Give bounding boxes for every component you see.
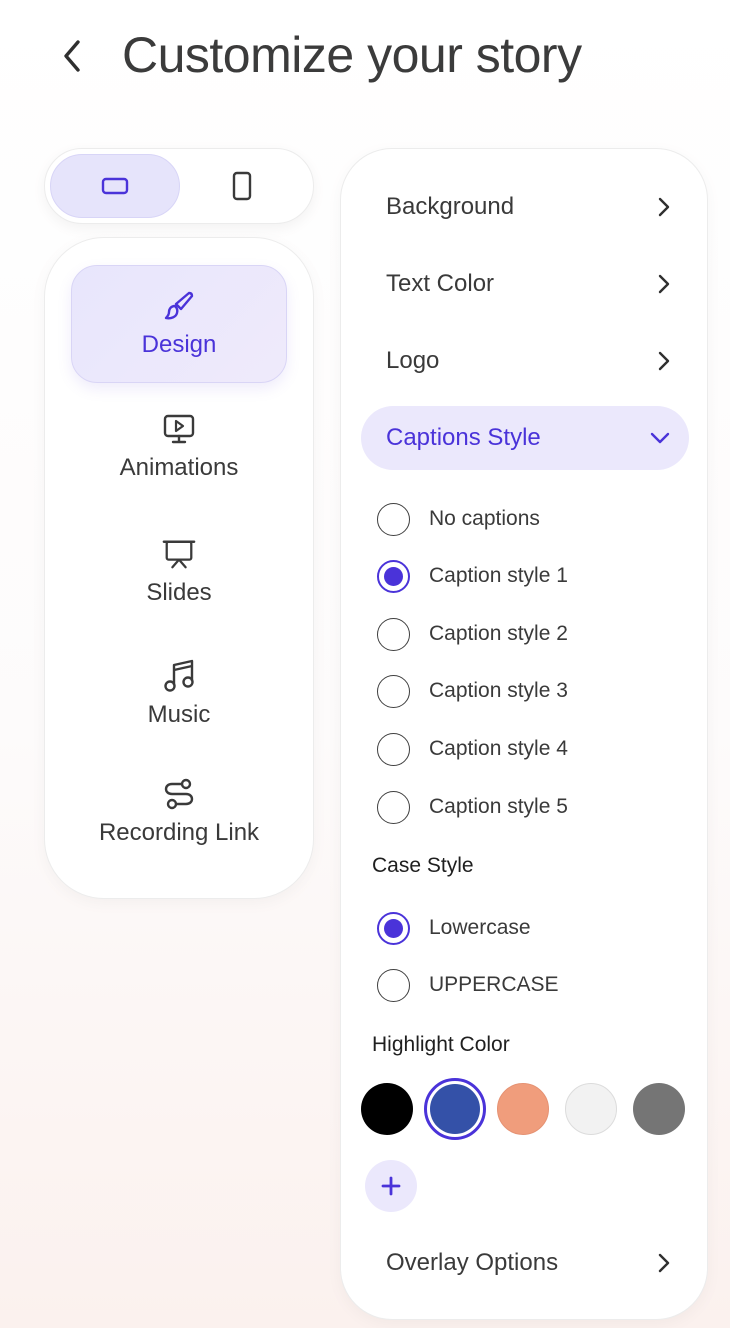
presentation-icon: [162, 537, 196, 571]
nav-item-music[interactable]: Music: [71, 635, 287, 753]
chevron-down-icon: [650, 432, 670, 444]
overlay-options-label: Overlay Options: [386, 1249, 559, 1276]
chevron-right-icon: [658, 351, 670, 371]
portrait-icon: [232, 171, 252, 201]
plus-icon: [381, 1176, 401, 1196]
background-row[interactable]: Background: [361, 175, 689, 239]
landscape-icon: [101, 177, 129, 195]
nav-item-recording-link[interactable]: Recording Link: [71, 753, 287, 871]
text-color-label: Text Color: [386, 270, 495, 297]
page-title: Customize your story: [122, 27, 582, 83]
nav-item-design[interactable]: Design: [71, 265, 287, 383]
portrait-button[interactable]: [177, 154, 307, 218]
nav-item-label: Slides: [146, 579, 212, 606]
color-swatch-light-gray[interactable]: [565, 1083, 617, 1135]
radio-button[interactable]: [377, 617, 410, 651]
radio-button-checked[interactable]: [377, 559, 410, 593]
overlay-options-row[interactable]: Overlay Options: [361, 1231, 689, 1295]
route-icon: [162, 777, 196, 811]
caption-option-4[interactable]: Caption style 4: [377, 729, 568, 769]
caption-option-2[interactable]: Caption style 2: [377, 614, 568, 654]
logo-label: Logo: [386, 347, 440, 374]
caption-option-1[interactable]: Caption style 1: [377, 556, 568, 596]
radio-label: No captions: [429, 507, 540, 530]
case-option-lowercase[interactable]: Lowercase: [377, 908, 531, 948]
chevron-right-icon: [658, 1253, 670, 1273]
music-note-icon: [162, 659, 196, 693]
settings-panel: Background Text Color Logo Captions Styl…: [340, 148, 708, 1320]
highlight-color-title: Highlight Color: [372, 1033, 510, 1056]
radio-button[interactable]: [377, 502, 410, 536]
nav-item-animations[interactable]: Animations: [71, 388, 287, 506]
caption-option-3[interactable]: Caption style 3: [377, 671, 568, 711]
case-option-uppercase[interactable]: UPPERCASE: [377, 965, 559, 1005]
radio-button[interactable]: [377, 968, 410, 1002]
left-nav: Design Animations Slides Music Recording…: [44, 237, 314, 899]
nav-item-slides[interactable]: Slides: [71, 513, 287, 631]
radio-button[interactable]: [377, 674, 410, 708]
brush-icon: [162, 289, 196, 323]
orientation-toggle: [44, 148, 314, 224]
nav-item-label: Music: [147, 701, 211, 728]
radio-button[interactable]: [377, 790, 410, 824]
case-style-title: Case Style: [372, 854, 474, 877]
nav-item-label: Animations: [119, 454, 239, 481]
radio-label: Caption style 5: [429, 795, 568, 818]
logo-row[interactable]: Logo: [361, 329, 689, 393]
radio-button[interactable]: [377, 732, 410, 766]
color-swatch-blue-selected[interactable]: [424, 1078, 486, 1140]
color-swatch-gray[interactable]: [633, 1083, 685, 1135]
radio-label: Caption style 1: [429, 564, 568, 587]
background-label: Background: [386, 193, 515, 220]
radio-label: Caption style 3: [429, 679, 568, 702]
radio-label: UPPERCASE: [429, 973, 559, 996]
back-button[interactable]: [52, 36, 92, 76]
monitor-play-icon: [162, 412, 196, 446]
radio-button-checked[interactable]: [377, 911, 410, 945]
color-swatch-peach[interactable]: [497, 1083, 549, 1135]
caption-option-none[interactable]: No captions: [377, 499, 540, 539]
text-color-row[interactable]: Text Color: [361, 252, 689, 316]
caption-option-5[interactable]: Caption style 5: [377, 787, 568, 827]
chevron-right-icon: [658, 197, 670, 217]
radio-label: Caption style 2: [429, 622, 568, 645]
chevron-right-icon: [658, 274, 670, 294]
landscape-button[interactable]: [50, 154, 180, 218]
add-color-button[interactable]: [365, 1160, 417, 1212]
color-swatch-black[interactable]: [361, 1083, 413, 1135]
nav-item-label: Design: [141, 331, 217, 358]
radio-label: Caption style 4: [429, 737, 568, 760]
chevron-left-icon: [64, 40, 80, 72]
captions-style-label: Captions Style: [386, 424, 541, 451]
radio-label: Lowercase: [429, 916, 531, 939]
color-swatch-fill: [430, 1084, 480, 1134]
captions-style-row[interactable]: Captions Style: [361, 406, 689, 470]
nav-item-label: Recording Link: [98, 819, 260, 846]
